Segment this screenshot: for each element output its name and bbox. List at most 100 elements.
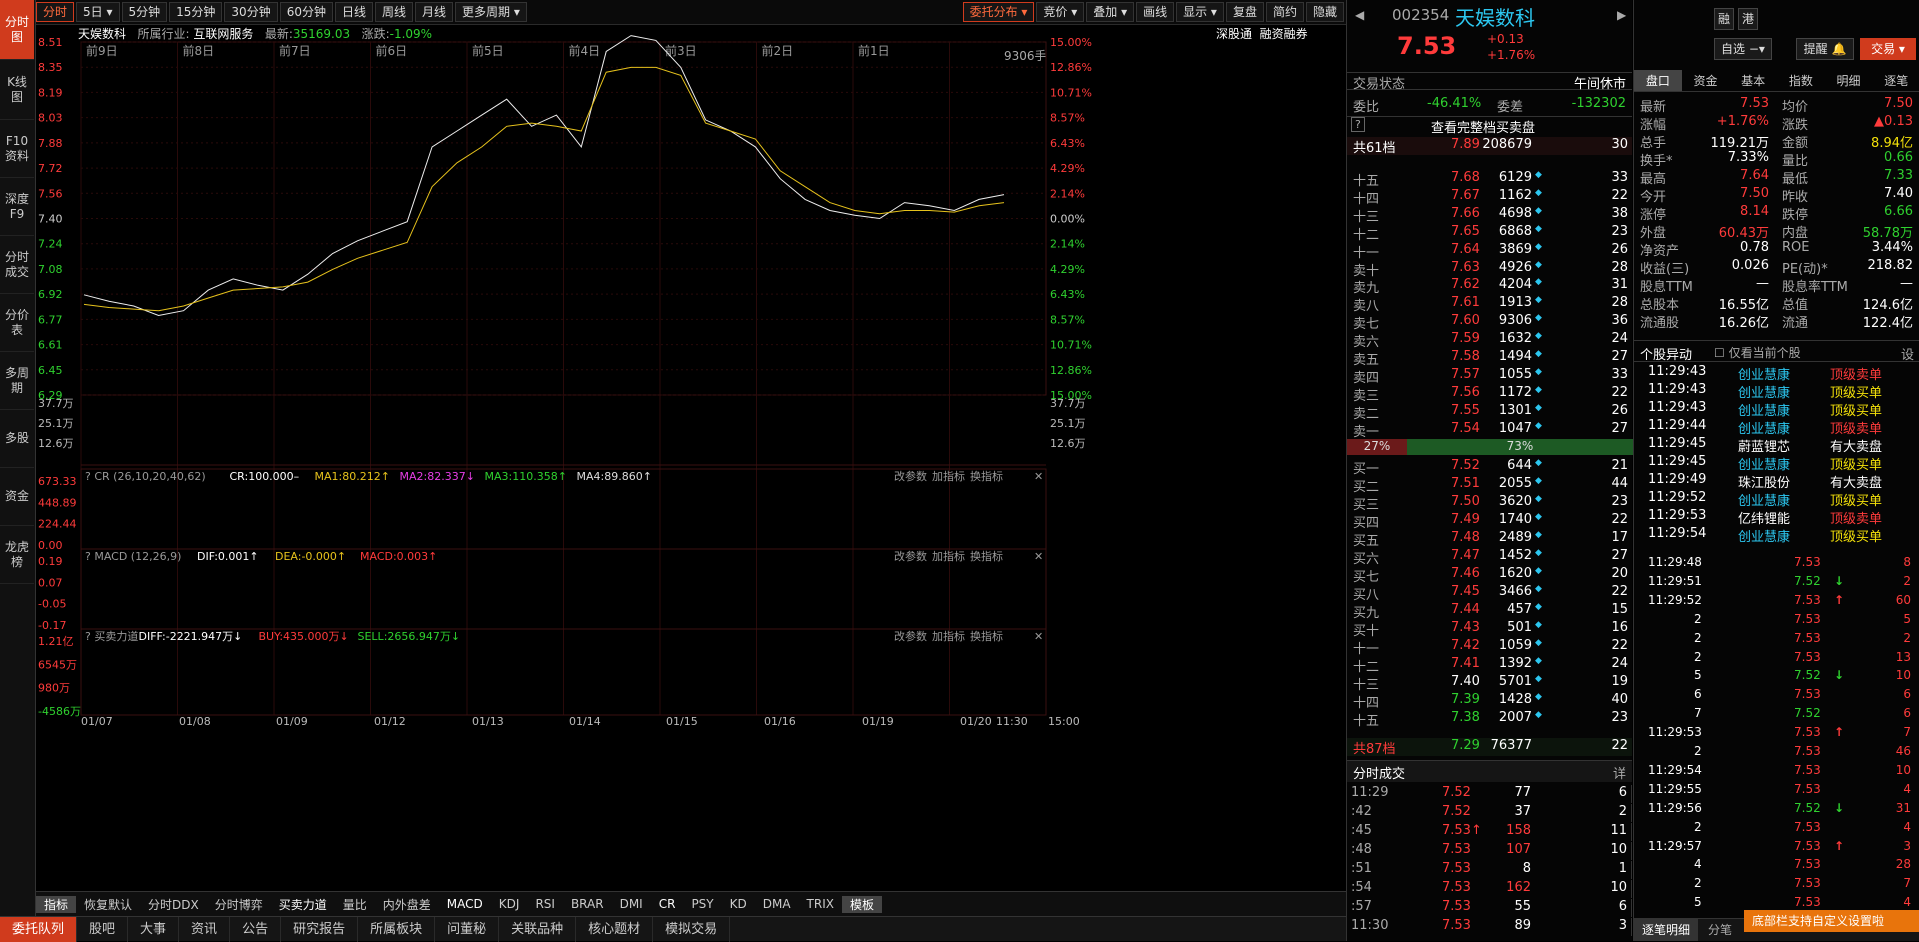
quote-tab[interactable]: 指数 bbox=[1777, 70, 1825, 91]
margin-tag[interactable]: 融 bbox=[1714, 8, 1734, 30]
indicator-tab[interactable]: 恢复默认 bbox=[76, 896, 140, 913]
indicator-tab[interactable]: 指标 bbox=[36, 895, 77, 913]
left-nav-item[interactable]: 分时图 bbox=[0, 0, 34, 60]
buy-level-row[interactable]: 十四 7.39 1428 ◆ 40 bbox=[1347, 692, 1632, 711]
indicator-tab[interactable]: KDJ bbox=[491, 897, 528, 911]
bottom-tab[interactable]: 大事 bbox=[128, 916, 180, 942]
buy-level-row[interactable]: 买五 7.48 2489 ◆ 17 bbox=[1347, 530, 1632, 549]
sell-level-row[interactable]: 卖四 7.57 1055 ◆ 33 bbox=[1347, 367, 1632, 386]
alert-button[interactable]: 提醒 🔔 bbox=[1796, 38, 1854, 60]
ticks-detail-button[interactable]: 详 bbox=[1613, 763, 1626, 782]
indicator-action[interactable]: 加指标 bbox=[932, 549, 965, 563]
left-nav-item[interactable]: K线图 bbox=[0, 60, 34, 120]
movers-settings-button[interactable]: 设 bbox=[1901, 344, 1914, 363]
indicator-tab[interactable]: CR bbox=[651, 897, 684, 911]
full-book-text[interactable]: 查看完整档买卖盘 bbox=[1431, 117, 1535, 136]
sell-level-row[interactable]: 卖七 7.60 9306 ◆ 36 bbox=[1347, 313, 1632, 332]
indicator-tab[interactable]: 买卖力道 bbox=[271, 896, 335, 913]
mover-row[interactable]: 11:29:49 珠江股份 有大卖盘 bbox=[1634, 472, 1919, 491]
buy-level-row[interactable]: 买九 7.44 457 ◆ 15 bbox=[1347, 602, 1632, 621]
bottom-tab[interactable]: 研究报告 bbox=[281, 916, 359, 942]
buy-level-row[interactable]: 十五 7.38 2007 ◆ 23 bbox=[1347, 710, 1632, 729]
sell-level-row[interactable]: 卖五 7.58 1494 ◆ 27 bbox=[1347, 349, 1632, 368]
indicator-action[interactable]: 改参数 bbox=[894, 549, 927, 563]
quote-tab[interactable]: 基本 bbox=[1729, 70, 1777, 91]
indicator-tab[interactable]: MACD bbox=[439, 897, 491, 911]
indicator-tab[interactable]: BRAR bbox=[563, 897, 612, 911]
sell-level-row[interactable]: 卖三 7.56 1172 ◆ 22 bbox=[1347, 385, 1632, 404]
indicator-action[interactable]: 换指标 bbox=[970, 549, 1003, 563]
indicator-action[interactable]: 加指标 bbox=[932, 629, 965, 643]
close-indicator-icon[interactable]: ✕ bbox=[1034, 470, 1043, 483]
period-button[interactable]: 5分钟 bbox=[121, 2, 168, 22]
period-button[interactable]: 分时 bbox=[36, 2, 75, 22]
mover-row[interactable]: 11:29:44 创业慧康 顶级卖单 bbox=[1634, 418, 1919, 437]
period-button[interactable]: 60分钟 bbox=[279, 2, 333, 22]
mover-row[interactable]: 11:29:45 蔚蓝锂芯 有大卖盘 bbox=[1634, 436, 1919, 455]
bottom-tab[interactable]: 委托队列 bbox=[0, 916, 78, 942]
indicator-tab[interactable]: TRIX bbox=[799, 897, 842, 911]
quote-tab[interactable]: 盘口 bbox=[1634, 70, 1682, 91]
left-nav-item[interactable]: 深度F9 bbox=[0, 178, 34, 236]
tool-button[interactable]: 画线 bbox=[1136, 2, 1175, 22]
sell-level-row[interactable]: 卖一 7.54 1047 ◆ 27 bbox=[1347, 421, 1632, 440]
buy-level-row[interactable]: 买二 7.51 2055 ◆ 44 bbox=[1347, 476, 1632, 495]
indicator-tab[interactable]: DMA bbox=[755, 897, 799, 911]
tool-button[interactable]: 叠加 ▾ bbox=[1086, 2, 1135, 22]
indicator-tab[interactable]: DMI bbox=[612, 897, 651, 911]
mover-row[interactable]: 11:29:45 创业慧康 顶级买单 bbox=[1634, 454, 1919, 473]
left-nav-item[interactable]: 分时成交 bbox=[0, 236, 34, 294]
sell-level-row[interactable]: 卖六 7.59 1632 ◆ 24 bbox=[1347, 331, 1632, 350]
sell-level-row[interactable]: 卖十 7.63 4926 ◆ 28 bbox=[1347, 260, 1632, 279]
trade-button[interactable]: 交易 ▾ bbox=[1860, 38, 1916, 60]
buy-level-row[interactable]: 买十 7.43 501 ◆ 16 bbox=[1347, 620, 1632, 639]
tool-button[interactable]: 隐藏 bbox=[1305, 2, 1344, 22]
tool-button[interactable]: 竞价 ▾ bbox=[1036, 2, 1085, 22]
buy-level-row[interactable]: 十三 7.40 5701 ◆ 19 bbox=[1347, 674, 1632, 693]
watchlist-button[interactable]: 自选 −▾ bbox=[1714, 38, 1772, 60]
buy-level-row[interactable]: 十一 7.42 1059 ◆ 22 bbox=[1347, 638, 1632, 657]
period-button[interactable]: 30分钟 bbox=[224, 2, 278, 22]
quote-tab[interactable]: 明细 bbox=[1825, 70, 1873, 91]
indicator-tab[interactable]: 内外盘差 bbox=[375, 896, 439, 913]
split-tab[interactable]: 分笔 bbox=[1708, 919, 1732, 941]
mover-row[interactable]: 11:29:43 创业慧康 顶级买单 bbox=[1634, 400, 1919, 419]
buy-level-row[interactable]: 买三 7.50 3620 ◆ 23 bbox=[1347, 494, 1632, 513]
period-button[interactable]: 更多周期 ▾ bbox=[455, 2, 527, 22]
bottom-tab[interactable]: 模拟交易 bbox=[653, 916, 731, 942]
indicator-tab[interactable]: RSI bbox=[527, 897, 563, 911]
full-book-link[interactable]: ? 查看完整档买卖盘 bbox=[1347, 116, 1632, 136]
tool-button[interactable]: 显示 ▾ bbox=[1176, 2, 1224, 22]
quote-tab[interactable]: 逐笔 bbox=[1872, 70, 1919, 91]
prev-stock-icon[interactable]: ◀ bbox=[1355, 8, 1364, 22]
period-button[interactable]: 日线 bbox=[334, 2, 373, 22]
buy-level-row[interactable]: 买八 7.45 3466 ◆ 22 bbox=[1347, 584, 1632, 603]
sell-level-row[interactable]: 卖九 7.62 4204 ◆ 31 bbox=[1347, 277, 1632, 296]
indicator-tab[interactable]: PSY bbox=[683, 897, 721, 911]
bottom-tab[interactable]: 资讯 bbox=[179, 916, 231, 942]
sell-level-row[interactable]: 十一 7.64 3869 ◆ 26 bbox=[1347, 242, 1632, 261]
indicator-tab[interactable]: 分时DDX bbox=[140, 896, 207, 913]
sell-level-row[interactable]: 十三 7.66 4698 ◆ 38 bbox=[1347, 206, 1632, 225]
left-nav-item[interactable]: 资金 bbox=[0, 468, 34, 526]
left-nav-item[interactable]: F10资料 bbox=[0, 120, 34, 178]
indicator-action[interactable]: 换指标 bbox=[970, 469, 1003, 483]
period-button[interactable]: 周线 bbox=[375, 2, 414, 22]
tick-detail-tab[interactable]: 逐笔明细 bbox=[1634, 919, 1699, 941]
indicator-action[interactable]: 加指标 bbox=[932, 469, 965, 483]
buy-level-row[interactable]: 买四 7.49 1740 ◆ 22 bbox=[1347, 512, 1632, 531]
quote-tab[interactable]: 资金 bbox=[1682, 70, 1730, 91]
mover-row[interactable]: 11:29:52 创业慧康 顶级买单 bbox=[1634, 490, 1919, 509]
indicator-tab[interactable]: 量比 bbox=[335, 896, 375, 913]
bottom-tab[interactable]: 关联品种 bbox=[499, 916, 577, 942]
buy-level-row[interactable]: 买一 7.52 644 ◆ 21 bbox=[1347, 458, 1632, 477]
hk-tag[interactable]: 港 bbox=[1738, 8, 1758, 30]
period-button[interactable]: 月线 bbox=[415, 2, 454, 22]
mover-row[interactable]: 11:29:53 亿纬锂能 顶级卖单 bbox=[1634, 508, 1919, 527]
indicator-tab[interactable]: 分时博弈 bbox=[207, 896, 271, 913]
indicator-tab[interactable]: KD bbox=[722, 897, 755, 911]
sell-level-row[interactable]: 卖八 7.61 1913 ◆ 28 bbox=[1347, 295, 1632, 314]
tool-button[interactable]: 复盘 bbox=[1225, 2, 1264, 22]
left-nav-item[interactable]: 龙虎榜 bbox=[0, 526, 34, 584]
tool-button[interactable]: 简约 bbox=[1265, 2, 1304, 22]
